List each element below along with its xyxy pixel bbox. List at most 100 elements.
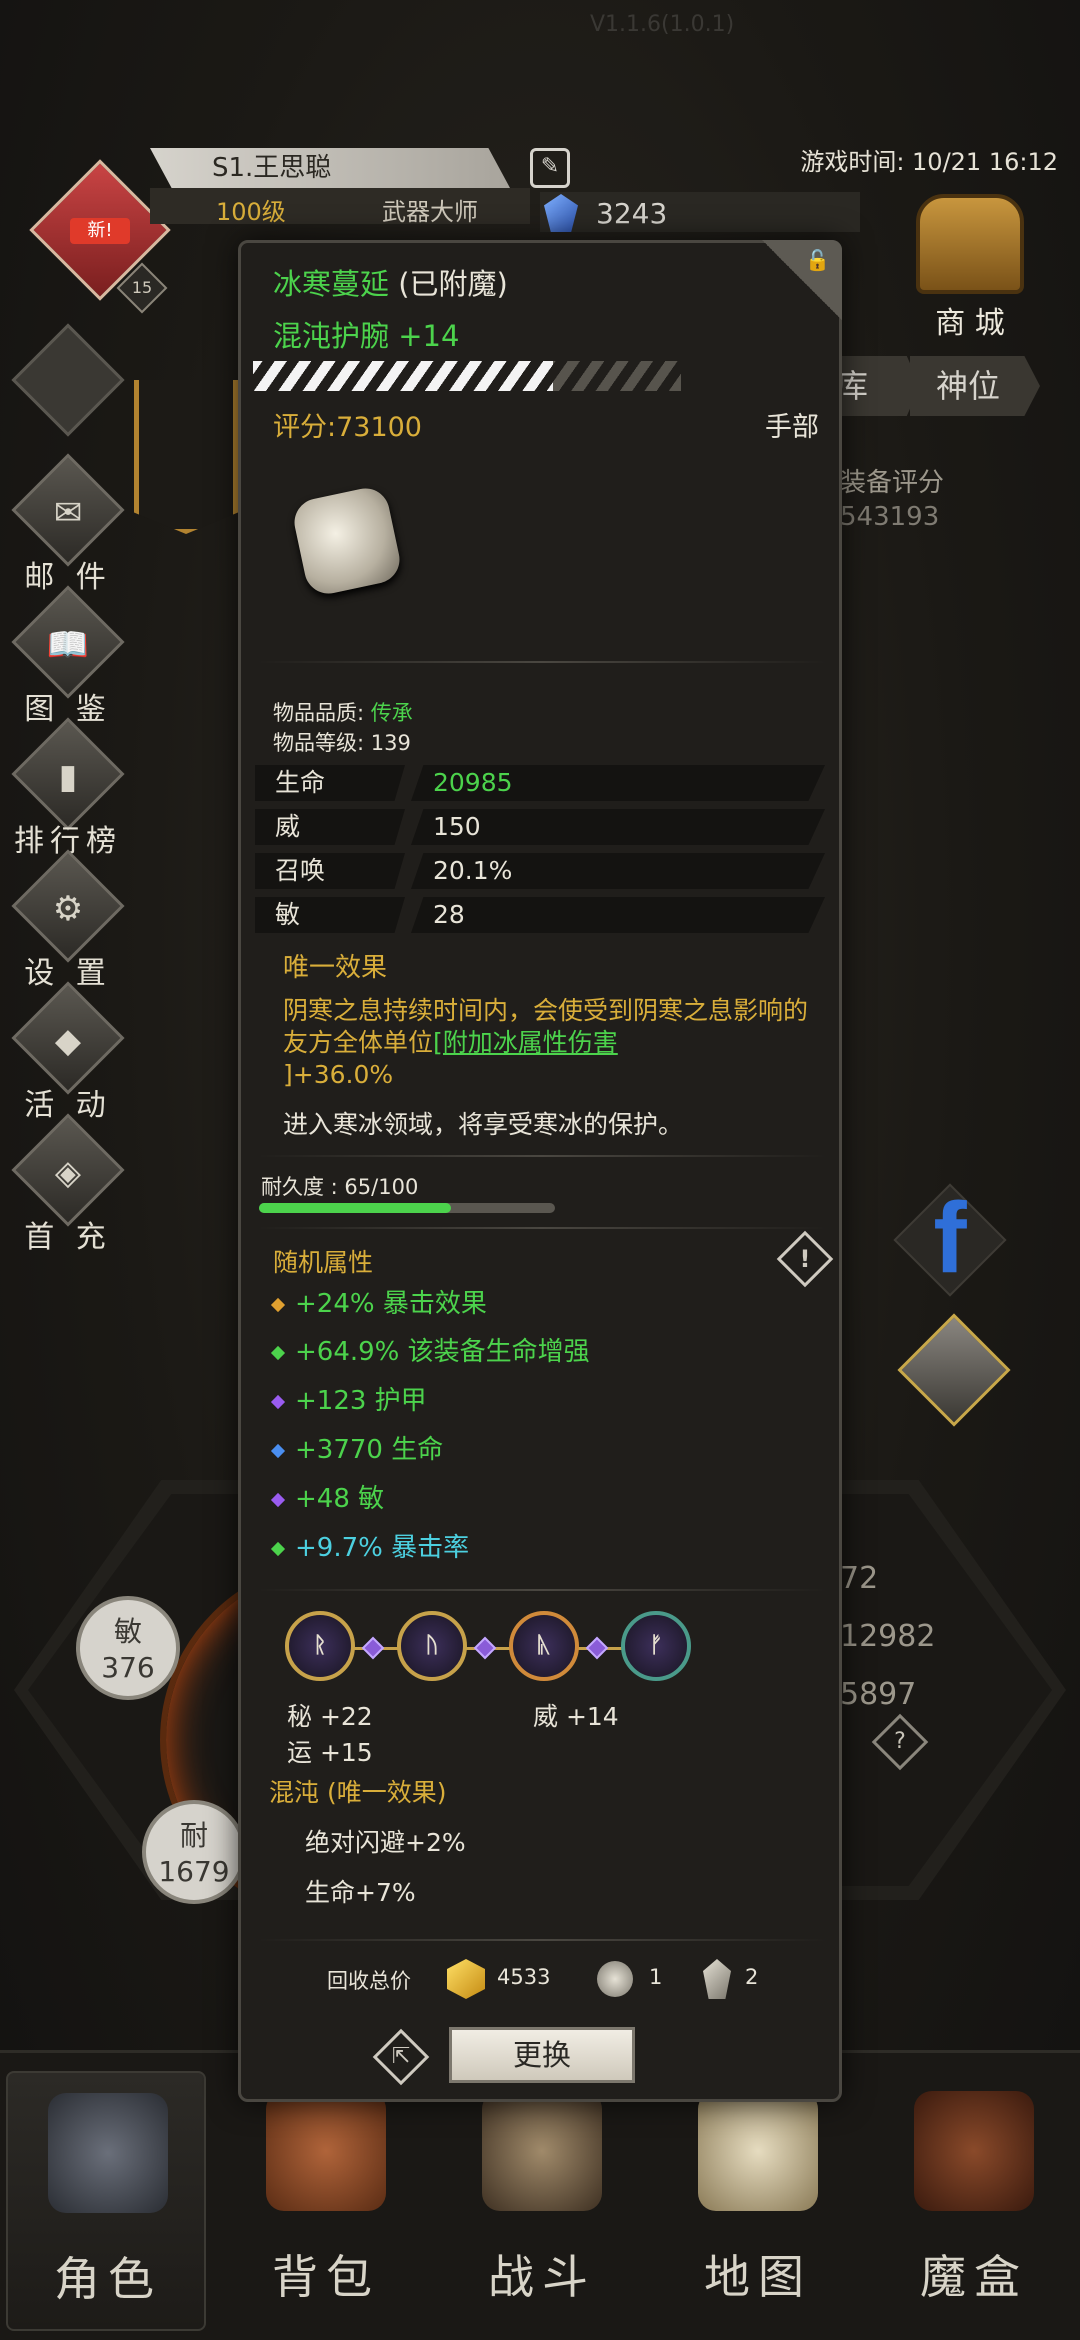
unique-effect-description: 阴寒之息持续时间内，会使受到阴寒之息影响的友方全体单位[附加冰属性伤害]+36.… <box>283 996 809 1089</box>
nav-leaderboard[interactable]: ▮ 排行榜 <box>0 717 140 864</box>
lock-icon: 🔓 <box>805 248 830 272</box>
tab-divine-position[interactable]: 神位 <box>910 356 1040 416</box>
gold-banner <box>134 380 238 534</box>
socket-link-icon <box>473 1636 497 1660</box>
game-time: 游戏时间: 10/21 16:12 <box>800 148 1058 176</box>
white-shard-icon <box>703 1959 731 1999</box>
recycle-value: 回收总价 4533 1 2 <box>241 1955 845 2005</box>
stat-row: 威 150 <box>255 809 831 845</box>
event-icon: ◆ <box>11 981 125 1095</box>
chaos-effect-line: 绝对闪避+2% <box>305 1828 466 1857</box>
divider <box>257 1155 827 1157</box>
equipment-rating-value: 543193 <box>840 502 940 532</box>
mail-icon: ✉ <box>11 453 125 567</box>
random-attributes-title: 随机属性 <box>273 1248 374 1277</box>
helmet-icon <box>48 2093 168 2213</box>
sword-icon <box>482 2091 602 2211</box>
tab-character[interactable]: 角色 <box>6 2071 206 2331</box>
scroll-map-icon <box>698 2091 818 2211</box>
tab-map-label: 地图 <box>704 2250 812 2304</box>
guild-button[interactable] <box>894 1310 1014 1430</box>
facebook-icon: f <box>933 1182 967 1294</box>
random-attribute: +24% 暴击效果 <box>270 1283 487 1320</box>
equipment-rating-label: 装备评分 <box>840 468 945 498</box>
version-label: V1.1.6(1.0.1) <box>590 12 735 37</box>
chaos-effect-title: 混沌 (唯一效果) <box>269 1778 447 1807</box>
warning-icon[interactable]: ! <box>776 1230 834 1288</box>
tab-map[interactable]: 地图 <box>658 2071 858 2331</box>
rune-socket[interactable]: ᚠ <box>621 1611 691 1681</box>
stat-value: 28 <box>411 897 825 933</box>
divider <box>257 661 827 663</box>
swap-button[interactable]: 更换 <box>449 2027 635 2083</box>
rune-socket[interactable]: ᚣ <box>509 1611 579 1681</box>
stat-key: 召唤 <box>255 853 405 889</box>
shop-button[interactable]: 商 城 <box>910 188 1030 348</box>
random-attribute: +9.7% 暴击率 <box>270 1527 469 1564</box>
socket-bonus: 运 +15 <box>287 1738 373 1767</box>
backpack-icon <box>266 2091 386 2211</box>
bracer-icon <box>290 484 404 598</box>
new-badge: 新! <box>70 218 130 244</box>
ice-damage-link[interactable]: [附加冰属性伤害 <box>433 1028 618 1057</box>
nav-first-recharge-label: 首 充 <box>24 1220 112 1255</box>
stat-value: 72 <box>840 1561 879 1596</box>
chaos-effect-line: 生命+7% <box>305 1878 416 1907</box>
nav-settings[interactable]: ⚙ 设 置 <box>0 849 140 996</box>
item-detail-panel: 🔓 冰寒蔓延 (已附魔) 混沌护腕 +14 评分:73100 手部 物品品质: … <box>238 240 842 2102</box>
item-quality: 物品品质: 传承 <box>273 701 413 725</box>
gear-icon: ⚙ <box>11 849 125 963</box>
recycle-label: 回收总价 <box>327 1969 411 1993</box>
lock-toggle[interactable]: 🔓 <box>762 240 842 320</box>
stat-key: 威 <box>255 809 405 845</box>
gem-counter[interactable]: 3243 <box>540 192 860 232</box>
nav-events[interactable]: ◆ 活 动 <box>0 981 140 1128</box>
tab-magic-box-label: 魔盒 <box>920 2250 1028 2304</box>
tab-backpack[interactable]: 背包 <box>226 2071 426 2331</box>
unique-effect-title: 唯一效果 <box>283 953 388 983</box>
rune-socket[interactable]: ᚢ <box>397 1611 467 1681</box>
socket-bonus: 秘 +22 <box>287 1702 373 1731</box>
book-icon: 📖 <box>11 585 125 699</box>
treasure-chest-icon <box>916 194 1024 294</box>
gem-icon <box>544 194 578 232</box>
rune-socket[interactable]: ᚱ <box>285 1611 355 1681</box>
stat-row: 敏 28 <box>255 897 831 933</box>
player-avatar[interactable]: 新! 15 <box>29 159 171 314</box>
first-recharge-icon: ◈ <box>11 1113 125 1227</box>
random-attribute: +3770 生命 <box>270 1429 443 1466</box>
recycle-shard1: 1 <box>649 1965 663 1989</box>
random-attribute: +48 敏 <box>270 1478 384 1515</box>
tab-battle[interactable]: 战斗 <box>442 2071 642 2331</box>
share-button[interactable]: ⇱ <box>372 2028 430 2086</box>
stat-key: 生命 <box>255 765 405 801</box>
nav-codex[interactable]: 📖 图 鉴 <box>0 585 140 732</box>
random-attribute: +123 护甲 <box>270 1380 427 1417</box>
gem-amount: 3243 <box>596 197 668 230</box>
collapse-arrow-button[interactable] <box>11 323 125 437</box>
item-score: 评分:73100 <box>273 412 422 443</box>
recycle-gold: 4533 <box>497 1965 551 1989</box>
stat-value: 20985 <box>411 765 825 801</box>
unique-effect-note: 进入寒冰领域，将享受寒冰的保护。 <box>283 1110 684 1139</box>
facebook-button[interactable]: f <box>890 1180 1010 1300</box>
edit-name-icon[interactable]: ✎ <box>530 148 570 188</box>
item-subtitle: 混沌护腕 +14 <box>273 319 460 353</box>
stats-right-values: 72 12982 5897 <box>840 1550 935 1724</box>
socket-link-icon <box>585 1636 609 1660</box>
gold-crystal-icon <box>447 1959 485 1999</box>
nav-mail[interactable]: ✉ 邮 件 <box>0 453 140 600</box>
durability-fill <box>259 1203 452 1213</box>
durability-stat: 耐 1679 <box>142 1800 246 1904</box>
player-name: S1.王思聪 <box>150 148 510 188</box>
item-title: 冰寒蔓延 (已附魔) <box>273 261 508 303</box>
agility-stat: 敏 376 <box>76 1596 180 1700</box>
socket-link-icon <box>361 1636 385 1660</box>
nav-first-recharge[interactable]: ◈ 首 充 <box>0 1113 140 1260</box>
tab-character-label: 角色 <box>54 2252 162 2306</box>
tab-magic-box[interactable]: 魔盒 <box>874 2071 1074 2331</box>
equipment-rating: 装备评分 543193 <box>840 466 944 534</box>
stat-key: 敏 <box>255 897 405 933</box>
divider <box>257 1589 827 1591</box>
silver-shard-icon <box>597 1961 633 1997</box>
